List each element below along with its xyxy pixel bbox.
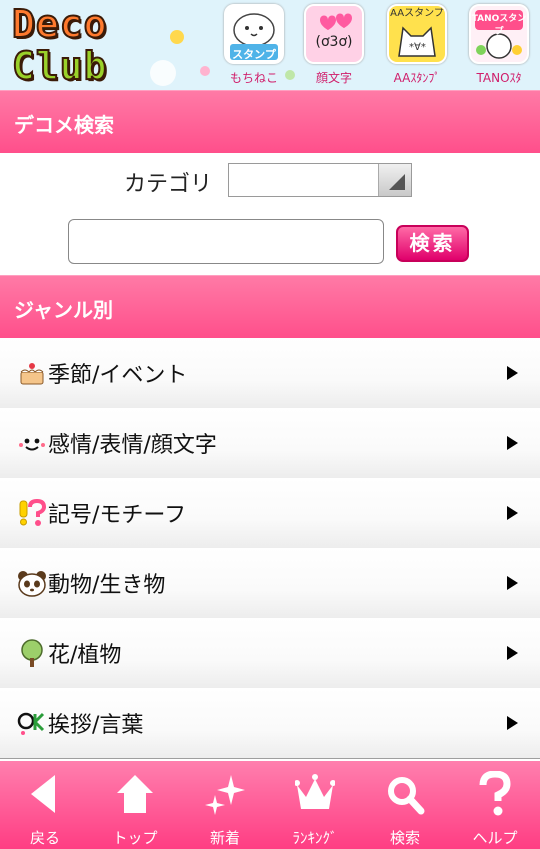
genre-section-title: ジャンル別 <box>14 298 113 322</box>
category-select[interactable] <box>228 163 412 197</box>
bottom-navigation: 戻る トップ 新着 ﾗﾝｷﾝｸﾞ 検索 ヘルプ <box>0 761 540 849</box>
nav-label: ヘルプ <box>472 829 518 847</box>
tree-icon <box>21 639 43 667</box>
chevron-right-icon <box>507 646 518 660</box>
search-button[interactable]: 検索 <box>396 225 469 262</box>
genre-label: 動物/生き物 <box>48 573 166 598</box>
search-input[interactable] <box>68 219 384 264</box>
nav-label: 検索 <box>389 829 420 847</box>
decor-dot <box>200 66 210 76</box>
panda-icon <box>18 571 46 597</box>
genre-item-emotion-kaomoji[interactable]: 感情/表情/顔文字 <box>0 408 540 479</box>
thumb-text: TANOスタンプ <box>471 14 527 37</box>
genre-section-header: ジャンル別 <box>0 275 540 338</box>
shortcut-mochineko[interactable]: スタンプ もちねこ <box>222 4 286 88</box>
exclamation-question-icon <box>19 498 47 526</box>
nav-new-button[interactable]: 新着 <box>180 761 270 849</box>
crown-icon <box>295 774 335 809</box>
nav-search-button[interactable]: 検索 <box>360 761 450 849</box>
chevron-right-icon <box>507 506 518 520</box>
nav-back-button[interactable]: 戻る <box>0 761 90 849</box>
shortcut-label: AAｽﾀﾝﾌﾟ <box>393 71 441 85</box>
logo-line-1: Deco <box>11 2 108 46</box>
decor-cloud <box>150 60 176 86</box>
shortcut-kaomoji[interactable]: (ơ3ơ) 顔文字 <box>302 4 366 88</box>
search-section-header: デコメ検索 <box>0 90 540 153</box>
cake-icon <box>20 363 44 385</box>
magnifier-icon <box>388 777 425 815</box>
genre-item-flower-plant[interactable]: 花/植物 <box>0 618 540 689</box>
chevron-right-icon <box>507 716 518 730</box>
shortcut-tano-stamp[interactable]: TANOスタンプ TANOｽﾀ <box>467 4 531 88</box>
nav-label: 新着 <box>209 829 240 847</box>
nav-ranking-button[interactable]: ﾗﾝｷﾝｸﾞ <box>270 761 360 849</box>
nav-top-button[interactable]: トップ <box>90 761 180 849</box>
smiley-face-icon <box>19 438 45 451</box>
nav-label: トップ <box>112 829 158 847</box>
aa-stamp-icon: *∀* AAスタンプ <box>387 4 447 64</box>
nav-label: ﾗﾝｷﾝｸﾞ <box>292 829 338 847</box>
ok-icon <box>17 712 45 735</box>
sparkle-icon <box>205 775 245 815</box>
thumb-text: (ơ3ơ) <box>315 34 353 50</box>
chevron-right-icon <box>507 576 518 590</box>
thumb-text: AAスタンプ <box>390 8 444 19</box>
genre-label: 記号/モチーフ <box>48 503 187 528</box>
search-section-title: デコメ検索 <box>14 113 114 137</box>
shortcut-label: TANOｽﾀ <box>476 71 522 85</box>
shortcut-label: もちねこ <box>229 71 278 85</box>
genre-label: 挨拶/言葉 <box>48 713 144 738</box>
tano-stamp-icon: TANOスタンプ <box>469 4 529 64</box>
thumb-text: スタンプ <box>232 48 276 61</box>
back-arrow-icon <box>31 775 55 813</box>
home-icon <box>117 775 153 813</box>
kaomoji-icon: (ơ3ơ) <box>304 4 364 64</box>
genre-item-greeting-words[interactable]: 挨拶/言葉 <box>0 688 540 759</box>
genre-item-symbol-motif[interactable]: 記号/モチーフ <box>0 478 540 549</box>
nav-label: 戻る <box>29 829 60 847</box>
dropdown-arrow-icon <box>378 164 411 196</box>
genre-label: 感情/表情/顔文字 <box>48 433 217 458</box>
question-mark-icon <box>479 771 511 816</box>
chevron-right-icon <box>507 436 518 450</box>
chevron-right-icon <box>507 366 518 380</box>
genre-label: 花/植物 <box>48 643 122 668</box>
deco-club-logo[interactable]: Deco Club <box>11 2 127 88</box>
category-label: カテゴリ <box>124 172 213 197</box>
app-header: Deco Club スタンプ もちねこ (ơ3ơ) 顔文字 *∀* AAスタンプ… <box>0 0 540 90</box>
genre-item-season-event[interactable]: 季節/イベント <box>0 338 540 409</box>
shortcut-aa-stamp[interactable]: *∀* AAスタンプ AAｽﾀﾝﾌﾟ <box>385 4 449 88</box>
genre-item-animal[interactable]: 動物/生き物 <box>0 548 540 619</box>
genre-label: 季節/イベント <box>48 363 188 388</box>
logo-line-2: Club <box>11 44 108 88</box>
decor-dot <box>285 70 295 80</box>
cat-stamp-icon: スタンプ <box>224 4 284 64</box>
decor-star <box>170 30 184 44</box>
shortcut-label: 顔文字 <box>315 71 352 85</box>
svg-text:*∀*: *∀* <box>409 42 426 53</box>
nav-help-button[interactable]: ヘルプ <box>450 761 540 849</box>
